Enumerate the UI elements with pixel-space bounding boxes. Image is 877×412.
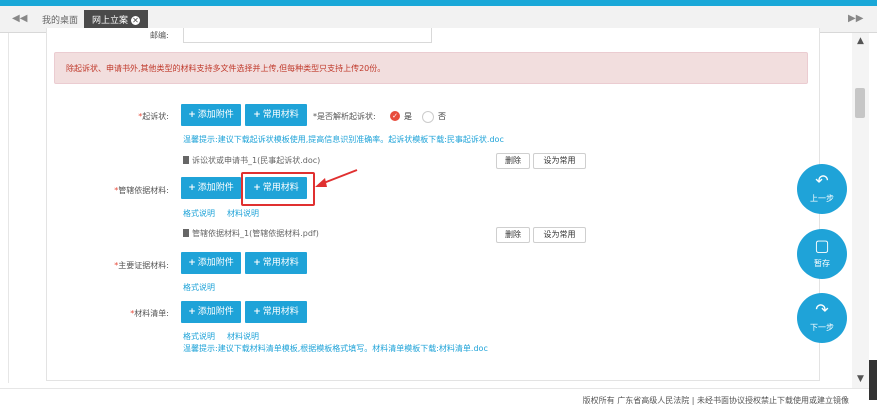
- footer: 版权所有 广东省高级人民法院 | 未经书面协议授权禁止下载使用或建立镜像: [0, 388, 877, 412]
- left-border: [8, 33, 9, 383]
- evidence-label: *主要证据材料:: [114, 261, 169, 270]
- jurisdiction-add-attach-button[interactable]: + 添加附件: [181, 177, 241, 199]
- save-draft-button[interactable]: ▢ 暂存: [797, 229, 847, 279]
- evidence-add-attach-button[interactable]: + 添加附件: [181, 252, 241, 274]
- complaint-file: 诉讼状或申请书_1(民事起诉状.doc): [183, 155, 320, 166]
- highlight-box: [241, 172, 315, 206]
- list-add-attach-button[interactable]: + 添加附件: [181, 301, 241, 323]
- jurisdiction-file: 管辖依据材料_1(管辖依据材料.pdf): [183, 228, 319, 239]
- scrollbar-thumb[interactable]: [855, 88, 865, 118]
- radio-yes-icon[interactable]: ✓: [390, 111, 400, 121]
- red-arrow-icon: [315, 169, 358, 187]
- alert-text: 除起诉状、申请书外,其他类型的材料支持多文件选择并上传,但每种类型只支持上传20…: [66, 64, 386, 73]
- side-ribbon: [869, 360, 877, 400]
- tab-prev-button[interactable]: ◀◀: [12, 12, 27, 26]
- radio-no-label: 否: [438, 112, 446, 121]
- scroll-down-icon[interactable]: ▼: [852, 374, 869, 384]
- jurisdiction-delete-button[interactable]: 删除: [496, 227, 530, 243]
- complaint-add-attach-button[interactable]: + 添加附件: [181, 104, 241, 126]
- complaint-label: *起诉状:: [138, 112, 169, 121]
- list-tip: 温馨提示:建议下载材料清单模板,根据模板格式填写。材料清单模板下载:材料清单.d…: [183, 344, 488, 353]
- back-arrow-icon: ↶: [815, 171, 829, 190]
- list-format-link[interactable]: 格式说明: [183, 331, 215, 342]
- top-field-label: 邮编:: [150, 31, 169, 40]
- jurisdiction-material-link[interactable]: 材料说明: [227, 208, 259, 219]
- jurisdiction-format-link[interactable]: 格式说明: [183, 208, 215, 219]
- save-icon: ▢: [814, 236, 830, 255]
- next-step-button[interactable]: ↷ 下一步: [797, 293, 847, 343]
- evidence-common-material-button[interactable]: + 常用材料: [245, 252, 307, 274]
- list-material-link[interactable]: 材料说明: [227, 331, 259, 342]
- scroll-up-icon[interactable]: ▲: [852, 36, 869, 46]
- forward-arrow-icon: ↷: [815, 300, 829, 319]
- tab-label: 网上立案: [92, 16, 129, 26]
- evidence-format-link[interactable]: 格式说明: [183, 282, 215, 293]
- complaint-set-common-button[interactable]: 设为常用: [533, 153, 586, 169]
- list-common-material-button[interactable]: + 常用材料: [245, 301, 307, 323]
- complaint-common-material-button[interactable]: + 常用材料: [245, 104, 307, 126]
- file-icon: [183, 229, 189, 237]
- footer-text: 版权所有 广东省高级人民法院 | 未经书面协议授权禁止下载使用或建立镜像: [582, 396, 849, 405]
- file-icon: [183, 156, 189, 164]
- complaint-delete-button[interactable]: 删除: [496, 153, 530, 169]
- top-input[interactable]: [183, 28, 432, 43]
- close-icon[interactable]: ✕: [131, 16, 141, 25]
- jurisdiction-set-common-button[interactable]: 设为常用: [533, 227, 586, 243]
- parse-complaint-label: *是否解析起诉状:: [313, 112, 376, 121]
- prev-step-button[interactable]: ↶ 上一步: [797, 164, 847, 214]
- complaint-tip: 温馨提示:建议下载起诉状模板使用,提高信息识别准确率。起诉状模板下载:民事起诉状…: [183, 135, 504, 144]
- radio-yes-label: 是: [404, 112, 412, 121]
- scrollbar[interactable]: [852, 33, 869, 388]
- material-list-label: *材料清单:: [130, 309, 169, 318]
- radio-no-icon[interactable]: [422, 111, 434, 123]
- jurisdiction-label: *管辖依据材料:: [114, 186, 169, 195]
- alert-box: 除起诉状、申请书外,其他类型的材料支持多文件选择并上传,但每种类型只支持上传20…: [54, 52, 808, 84]
- tab-next-button[interactable]: ▶▶: [848, 12, 863, 26]
